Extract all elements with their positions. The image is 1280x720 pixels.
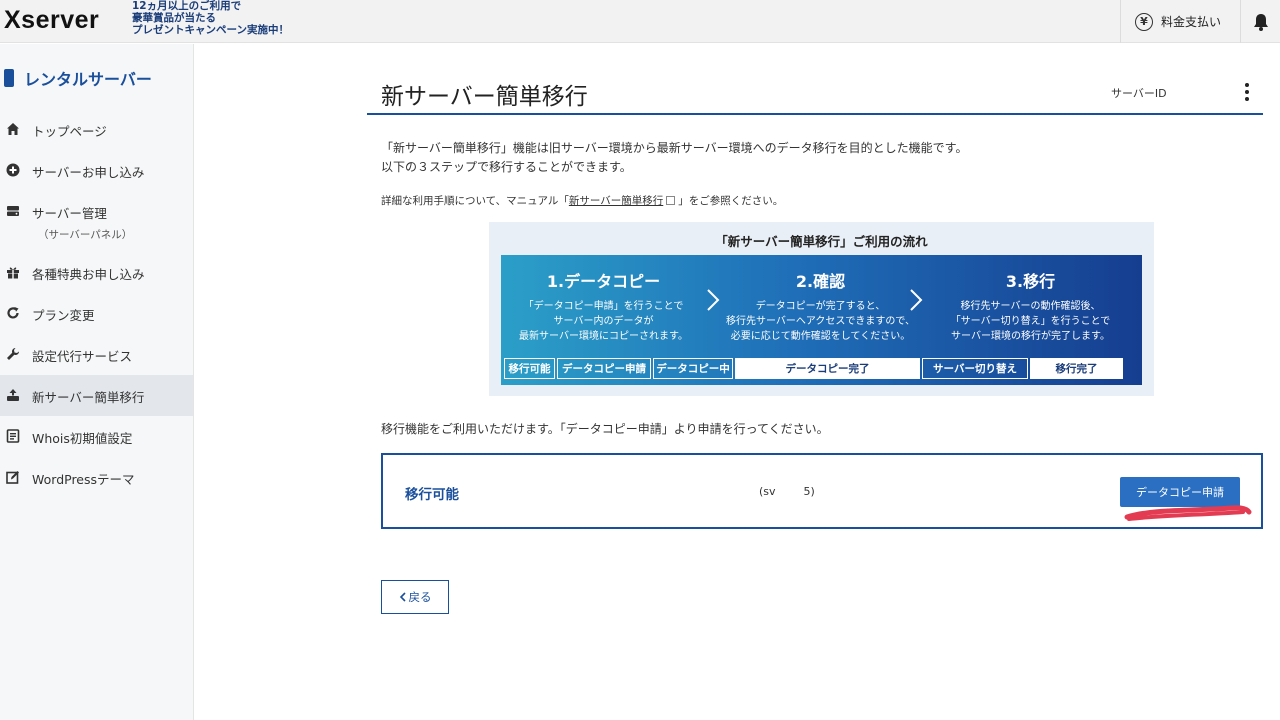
flow-step-text: サーバー内のデータが [553,316,654,327]
flow-step-text: 「データコピー申請」を行うことで [523,301,684,312]
back-button-label: 戻る [408,590,432,604]
flow-step-text: 移行先サーバーへアクセスできますので、 [726,316,915,327]
manual-link[interactable]: 新サーバー簡単移行 [569,195,663,207]
description-line-1: 「新サーバー簡単移行」機能は旧サーバー環境から最新サーバー環境へのデータ移行を目… [381,141,968,155]
xserver-logo[interactable]: Xserver [4,6,99,35]
chevron-right-icon [910,289,923,311]
yen-icon: ¥ [1135,12,1153,31]
server-name: (sv 5) [759,485,815,498]
sidebar-item-label: Whois初期値設定 [32,431,133,446]
flow-status: 移行完了 [1030,358,1123,379]
campaign-banner[interactable]: 12ヵ月以上のご利用で 豪華賞品が当たる プレゼントキャンペーン実施中！ [132,0,289,36]
description: 「新サーバー簡単移行」機能は旧サーバー環境から最新サーバー環境へのデータ移行を目… [381,139,967,177]
rental-server-icon [4,69,14,87]
manual-note: 詳細な利用手順について、マニュアル「新サーバー簡単移行 」をご参照ください。 [381,193,783,208]
home-icon [7,123,19,135]
payment-button[interactable]: ¥ 料金支払い [1120,0,1240,43]
flow-step-text: 必要に応じて動作確認をしてください。 [730,331,911,342]
more-options-icon[interactable] [1239,82,1255,102]
flow-step-text: 最新サーバー環境にコピーされます。 [519,331,688,342]
manual-suffix: 」をご参照ください。 [678,195,784,207]
flow-status: データコピー申請 [557,358,651,379]
promo-line-1: 12ヵ月以上のご利用で [132,0,242,12]
sidebar-item-label: 設定代行サービス [32,349,133,364]
flow-step-heading: 1.データコピー [546,272,661,291]
availability-message: 移行機能をご利用いただけます。「データコピー申請」より申請を行ってください。 [381,422,829,436]
manual-prefix: 詳細な利用手順について、マニュアル「 [381,195,569,207]
flow-step-text: サーバー環境の移行が完了します。 [951,331,1110,342]
top-header: Xserver 12ヵ月以上のご利用で 豪華賞品が当たる プレゼントキャンペーン… [0,0,1280,43]
sidebar-item-top[interactable]: トップページ [0,109,193,150]
edit-icon [6,471,19,484]
sidebar-title-label: レンタルサーバー [24,70,152,89]
sidebar-item-label: 新サーバー簡単移行 [32,390,145,405]
flow-status: 移行可能 [504,358,555,379]
sidebar-nav: トップページ サーバーお申し込み サーバー管理 （サーバーパネル） 各種特典お申… [0,109,193,498]
back-button[interactable]: 戻る [381,580,449,614]
page-title: 新サーバー簡単移行 [381,84,588,110]
flow-status-row: 移行可能 データコピー申請 データコピー中 データコピー完了 サーバー切り替え … [504,358,1123,379]
promo-line-3: プレゼントキャンペーン実施中！ [132,24,289,36]
flow-title: 「新サーバー簡単移行」ご利用の流れ [715,234,928,249]
flow-step-2: 2.確認 データコピーが完了すると、 移行先サーバーへアクセスできますので、 必… [718,255,923,351]
sidebar-item-label: WordPressテーマ [32,472,135,487]
sidebar-item-benefits[interactable]: 各種特典お申し込み [0,252,193,293]
flow-step-1: 1.データコピー 「データコピー申請」を行うことで サーバー内のデータが 最新サ… [501,255,706,351]
sidebar-item-label: 各種特典お申し込み [32,267,145,282]
title-divider [367,113,1263,115]
sidebar-item-whois[interactable]: Whois初期値設定 [0,416,193,457]
flow-step-3: 3.移行 移行先サーバーの動作確認後、 「サーバー切り替え」を行うことで サーバ… [928,255,1133,351]
refresh-icon [7,307,19,319]
flow-steps: 1.データコピー 「データコピー申請」を行うことで サーバー内のデータが 最新サ… [501,255,1142,385]
status-badge: 移行可能 [405,487,459,503]
description-line-2: 以下の３ステップで移行することができます。 [381,160,632,174]
sidebar-item-sublabel: （サーバーパネル） [38,229,133,241]
migration-status-panel: 移行可能 (sv 5) データコピー申請 [381,453,1263,529]
migration-flow-diagram: 「新サーバー簡単移行」ご利用の流れ 1.データコピー 「データコピー申請」を行う… [489,222,1154,396]
document-icon [6,429,20,443]
sidebar: レンタルサーバー トップページ サーバーお申し込み サーバー管理 （サーバーパネ… [0,44,194,720]
promo-line-2: 豪華賞品が当たる [132,12,216,24]
sidebar-item-setup-service[interactable]: 設定代行サービス [0,334,193,375]
flow-step-text: データコピーが完了すると、 [755,301,886,312]
sidebar-item-wordpress-theme[interactable]: WordPressテーマ [0,457,193,498]
flow-status: データコピー完了 [735,358,920,379]
sidebar-item-migration[interactable]: 新サーバー簡単移行 [0,375,193,416]
sidebar-title[interactable]: レンタルサーバー [4,66,152,90]
sidebar-item-label: サーバー管理 [32,206,107,221]
sidebar-item-server-order[interactable]: サーバーお申し込み [0,150,193,191]
flow-status: サーバー切り替え [922,358,1028,379]
server-icon [7,206,19,216]
chevron-left-icon [399,592,406,602]
flow-step-heading: 2.確認 [795,272,846,291]
sidebar-item-label: トップページ [32,124,107,139]
notification-button[interactable] [1240,0,1280,43]
red-underline-annotation [1124,505,1252,521]
sidebar-item-plan-change[interactable]: プラン変更 [0,293,193,334]
flow-step-text: 移行先サーバーの動作確認後、 [960,301,1101,312]
flow-step-heading: 3.移行 [1005,272,1056,291]
payment-label: 料金支払い [1161,15,1222,29]
flow-step-text: 「サーバー切り替え」を行うことで [950,316,1111,327]
server-id-label: サーバーID [1111,87,1167,100]
gift-icon [7,267,19,279]
migrate-icon [7,389,19,401]
sidebar-item-label: サーバーお申し込み [32,165,145,180]
external-link-icon [666,196,676,205]
bell-icon [1253,13,1268,31]
flow-status: データコピー中 [653,358,733,379]
sidebar-item-label: プラン変更 [32,308,95,323]
wrench-icon [7,347,20,360]
sidebar-item-server-panel[interactable]: サーバー管理 （サーバーパネル） [0,191,193,252]
plus-circle-icon [6,163,20,177]
